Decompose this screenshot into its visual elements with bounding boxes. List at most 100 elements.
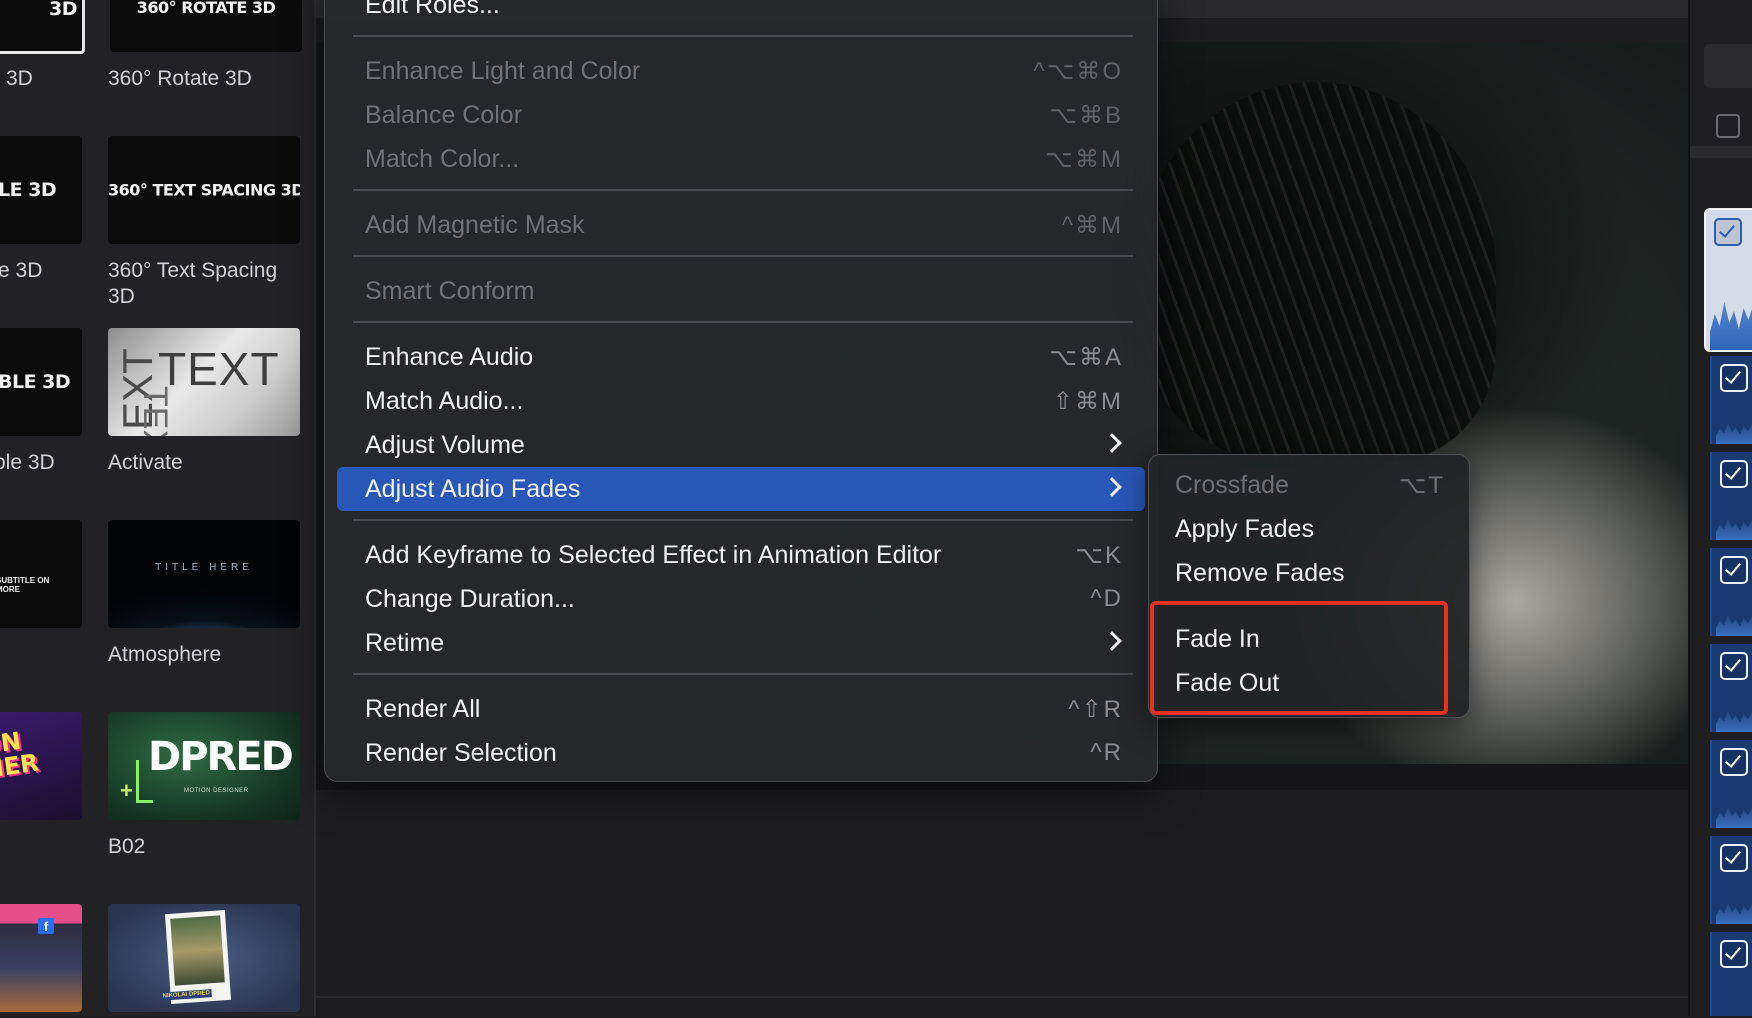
effect-thumbnail[interactable]: ON NER xyxy=(0,712,82,820)
thumbnail-text: TITLE HERE xyxy=(155,562,253,573)
thumbnail-text: ON NER xyxy=(0,726,41,784)
audio-lane[interactable] xyxy=(1710,932,1752,1016)
audio-lane[interactable] xyxy=(1710,356,1752,444)
video-subject xyxy=(1136,82,1496,462)
menu-item-label: Adjust Audio Fades xyxy=(365,475,581,503)
menu-item-label: Render All xyxy=(365,695,481,723)
submenu-item-remove-fades[interactable]: Remove Fades xyxy=(1159,551,1459,595)
menu-item-shortcut: ^⌥⌘O xyxy=(1033,58,1123,85)
menu-separator xyxy=(353,189,1133,191)
waveform xyxy=(1716,711,1752,732)
effect-thumbnail[interactable]: BLE 3D xyxy=(0,328,82,436)
effect-caption: B02 xyxy=(108,835,146,858)
audio-roles-panel xyxy=(1688,0,1752,1016)
checkbox-icon[interactable] xyxy=(1714,218,1742,246)
effect-thumbnail[interactable]: LE 3D xyxy=(0,136,82,244)
menu-separator xyxy=(353,255,1133,257)
audio-lane[interactable] xyxy=(1704,208,1752,352)
audio-lane[interactable] xyxy=(1710,452,1752,540)
menu-item-edit-roles[interactable]: Edit Roles... xyxy=(337,0,1145,27)
effect-thumbnail[interactable]: TEXT EXT TEX xyxy=(108,328,300,436)
chevron-right-icon xyxy=(1102,631,1122,651)
submenu-item-apply-fades[interactable]: Apply Fades xyxy=(1159,507,1459,551)
menu-item-add-keyframe[interactable]: Add Keyframe to Selected Effect in Anima… xyxy=(337,533,1145,577)
effect-caption: 3D xyxy=(6,67,33,90)
waveform xyxy=(1716,615,1752,636)
highlight-annotation-box xyxy=(1150,601,1448,715)
menu-item-label: Balance Color xyxy=(365,101,523,129)
thumbnail-text: 3D xyxy=(49,0,78,20)
waveform xyxy=(1716,807,1752,828)
viewer-empty-area xyxy=(316,790,1688,1016)
thumbnail-text: DPRED xyxy=(148,734,294,780)
menu-item-shortcut: ^⇧R xyxy=(1068,696,1123,723)
checkbox-icon[interactable] xyxy=(1720,652,1748,680)
effect-thumbnail[interactable]: 360° ROTATE 3D xyxy=(110,0,302,52)
menu-item-add-magnetic-mask[interactable]: Add Magnetic Mask ^⌘M xyxy=(337,203,1145,247)
checkbox-icon[interactable] xyxy=(1720,460,1748,488)
menu-separator xyxy=(353,673,1133,675)
earth-image xyxy=(108,520,300,628)
effect-thumbnail[interactable]: 360° TEXT SPACING 3D xyxy=(108,136,300,244)
menu-item-shortcut: ^D xyxy=(1090,585,1123,612)
thumbnail-text: TEXT xyxy=(158,343,280,395)
audio-lane[interactable] xyxy=(1710,548,1752,636)
menu-item-enhance-light-and-color[interactable]: Enhance Light and Color ^⌥⌘O xyxy=(337,49,1145,93)
menu-item-label: Render Selection xyxy=(365,739,557,767)
checkbox-icon[interactable] xyxy=(1716,114,1740,138)
checkbox-icon[interactable] xyxy=(1720,844,1748,872)
menu-item-render-all[interactable]: Render All ^⇧R xyxy=(337,687,1145,731)
menu-item-label: Enhance Audio xyxy=(365,343,534,371)
audio-lane[interactable] xyxy=(1710,644,1752,732)
menu-item-balance-color[interactable]: Balance Color ⌥⌘B xyxy=(337,93,1145,137)
menu-item-adjust-audio-fades[interactable]: Adjust Audio Fades xyxy=(337,467,1145,511)
chevron-right-icon xyxy=(1102,477,1122,497)
thumbnail-decoration: TEX xyxy=(136,386,174,436)
menu-item-render-selection[interactable]: Render Selection ^R xyxy=(337,731,1145,775)
menu-item-match-color[interactable]: Match Color... ⌥⌘M xyxy=(337,137,1145,181)
effect-thumbnail[interactable]: 3D xyxy=(0,0,85,54)
menu-item-adjust-volume[interactable]: Adjust Volume xyxy=(337,423,1145,467)
effects-browser: 3D 3D 360° ROTATE 3D 360° Rotate 3D LE 3… xyxy=(0,0,314,1016)
effect-caption: Activate xyxy=(108,451,183,474)
thumbnail-text: NIKOLAI DPRED xyxy=(160,989,213,1001)
photo-image xyxy=(170,915,225,986)
plus-icon: + xyxy=(120,778,133,803)
waveform xyxy=(1710,302,1752,350)
effect-thumbnail[interactable]: + DPRED MOTION DESIGNER xyxy=(108,712,300,820)
menu-item-change-duration[interactable]: Change Duration... ^D xyxy=(337,577,1145,621)
audio-lane[interactable] xyxy=(1710,836,1752,924)
menu-item-label: Add Magnetic Mask xyxy=(365,211,585,239)
effect-caption: e 3D xyxy=(0,259,43,282)
checkbox-icon[interactable] xyxy=(1720,556,1748,584)
menu-item-label: Smart Conform xyxy=(365,277,535,305)
menu-item-retime[interactable]: Retime xyxy=(337,621,1145,665)
checkbox-icon[interactable] xyxy=(1720,940,1748,968)
effect-thumbnail[interactable]: SUBTITLE ON MORE xyxy=(0,520,82,628)
menu-item-label: Adjust Volume xyxy=(365,431,525,459)
panel-button[interactable] xyxy=(1704,44,1752,88)
effect-thumbnail[interactable]: f xyxy=(0,904,82,1012)
context-menu: Edit Roles... Enhance Light and Color ^⌥… xyxy=(324,0,1158,782)
effect-caption: 360° Text Spacing 3D xyxy=(108,259,278,308)
checkbox-icon[interactable] xyxy=(1720,364,1748,392)
menu-item-enhance-audio[interactable]: Enhance Audio ⌥⌘A xyxy=(337,335,1145,379)
effect-thumbnail[interactable]: NIKOLAI DPRED xyxy=(108,904,300,1012)
menu-item-shortcut: ^⌘M xyxy=(1061,212,1123,239)
submenu-item-crossfade[interactable]: Crossfade ⌥T xyxy=(1159,463,1459,507)
effect-thumbnail[interactable]: TITLE HERE xyxy=(108,520,300,628)
waveform xyxy=(1716,423,1752,444)
effect-caption: 360° Rotate 3D xyxy=(108,67,252,90)
audio-lane[interactable] xyxy=(1710,740,1752,828)
checkbox-icon[interactable] xyxy=(1720,748,1748,776)
facebook-icon: f xyxy=(38,918,54,934)
menu-item-label: Enhance Light and Color xyxy=(365,57,641,85)
menu-item-smart-conform[interactable]: Smart Conform xyxy=(337,269,1145,313)
menu-item-shortcut: ⌥K xyxy=(1075,542,1123,569)
thumbnail-text: SUBTITLE ON MORE xyxy=(0,576,50,594)
menu-item-label: Match Audio... xyxy=(365,387,524,415)
waveform xyxy=(1716,519,1752,540)
waveform xyxy=(1716,903,1752,924)
menu-item-shortcut: ^R xyxy=(1090,739,1123,766)
menu-item-match-audio[interactable]: Match Audio... ⇧⌘M xyxy=(337,379,1145,423)
